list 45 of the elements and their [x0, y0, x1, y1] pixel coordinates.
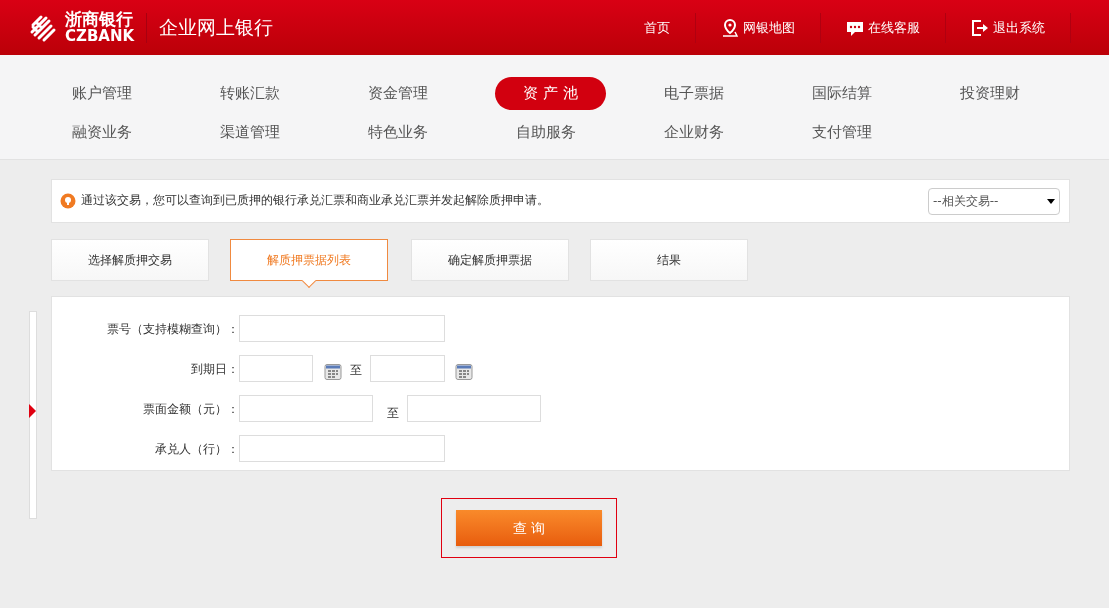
- logo-text: 浙商银行: [65, 11, 134, 28]
- nav-tab[interactable]: 电子票据: [643, 77, 724, 110]
- nav-tab[interactable]: 转账汇款: [199, 77, 280, 110]
- field-label: 票面金额（元）：: [142, 400, 239, 418]
- logo-text: CZBANK: [65, 29, 135, 44]
- input-field[interactable]: [239, 315, 445, 342]
- expand-arrow-icon[interactable]: [29, 404, 36, 418]
- field-label: 票号（支持模糊查询）：: [106, 320, 239, 338]
- nav-tab[interactable]: 自助服务: [495, 116, 576, 149]
- notice-text: 通过该交易，您可以查询到已质押的银行承兑汇票和商业承兑汇票并发起解除质押申请。: [81, 192, 549, 210]
- field-label: 承兑人（行）：: [154, 440, 239, 458]
- exit-icon: [971, 18, 989, 37]
- range-separator: 至: [387, 405, 400, 422]
- date-field[interactable]: [239, 355, 313, 382]
- header-link[interactable]: 退出系统: [946, 17, 1070, 38]
- step-tab[interactable]: 确定解质押票据: [411, 239, 569, 281]
- field-label: 到期日：: [190, 360, 239, 378]
- header-link[interactable]: 首页: [619, 17, 695, 38]
- nav-tab[interactable]: 国际结算: [791, 77, 872, 110]
- location-pin-icon: [721, 18, 739, 37]
- header-link[interactable]: 在线客服: [821, 17, 945, 38]
- amount-field[interactable]: [239, 395, 373, 422]
- dropdown-caret-icon: [1047, 198, 1055, 204]
- input-field[interactable]: [239, 435, 445, 462]
- calendar-icon[interactable]: [455, 363, 473, 381]
- nav-tab[interactable]: 企业财务: [643, 116, 724, 149]
- nav-tab[interactable]: 融资业务: [51, 116, 132, 149]
- step-tab[interactable]: 结果: [590, 239, 748, 281]
- nav-tab[interactable]: 资金管理: [347, 77, 428, 110]
- nav-tab[interactable]: 渠道管理: [199, 116, 280, 149]
- related-transactions-select[interactable]: --相关交易--: [928, 187, 1060, 215]
- site-title: 企业网上银行: [159, 15, 274, 41]
- nav-tab[interactable]: 资 产 池: [495, 77, 606, 110]
- header-link[interactable]: 网银地图: [696, 17, 820, 38]
- step-tab[interactable]: 选择解质押交易: [51, 239, 209, 281]
- nav-tab[interactable]: 特色业务: [347, 116, 428, 149]
- amount-field[interactable]: [407, 395, 541, 422]
- side-collapse-strip[interactable]: [29, 311, 37, 519]
- nav-tab[interactable]: 投资理财: [939, 77, 1020, 110]
- nav-tab[interactable]: 账户管理: [51, 77, 132, 110]
- lightbulb-icon: [60, 193, 76, 209]
- date-field[interactable]: [370, 355, 445, 382]
- calendar-icon[interactable]: [324, 363, 342, 381]
- nav-tab[interactable]: 支付管理: [791, 116, 872, 149]
- range-separator: 至: [350, 362, 363, 379]
